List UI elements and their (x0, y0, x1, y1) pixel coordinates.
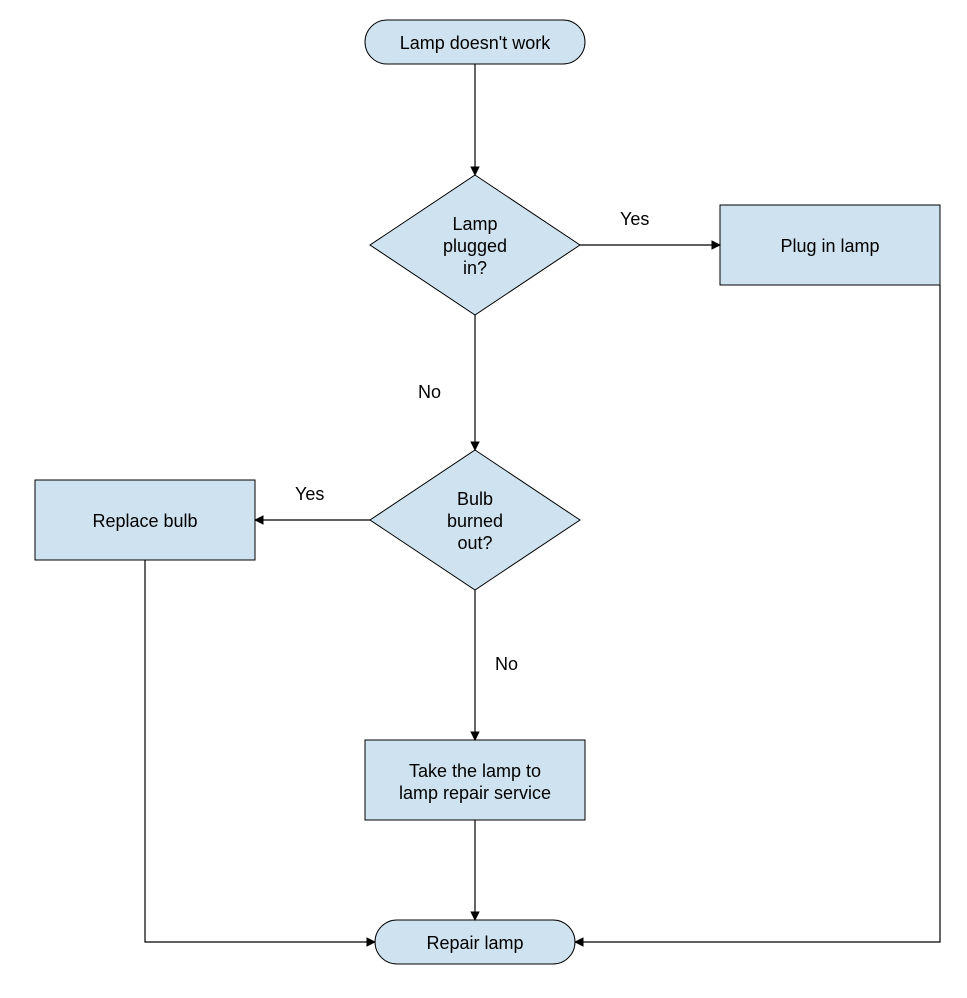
node-service-label-2: lamp repair service (399, 783, 551, 803)
node-bulb-label-2: burned (447, 511, 503, 531)
node-service: Take the lamp to lamp repair service (365, 740, 585, 820)
node-plugged-label-3: in? (463, 258, 487, 278)
edge-plugin-end (575, 285, 940, 942)
flowchart: Lamp doesn't work Lamp plugged in? Plug … (0, 0, 967, 998)
edge-bulb-replace-label: Yes (295, 484, 324, 504)
node-plugin-label: Plug in lamp (780, 236, 879, 256)
node-plugged: Lamp plugged in? (370, 175, 580, 315)
node-bulb-label-3: out? (457, 533, 492, 553)
node-start-label: Lamp doesn't work (400, 33, 552, 53)
node-replace-label: Replace bulb (92, 511, 197, 531)
edge-plugged-bulb-label: No (418, 382, 441, 402)
node-bulb-label-1: Bulb (457, 489, 493, 509)
edge-replace-end (145, 560, 375, 942)
node-plugged-label-1: Lamp (452, 214, 497, 234)
node-end: Repair lamp (375, 920, 575, 964)
node-plugged-label-2: plugged (443, 236, 507, 256)
edge-bulb-service-label: No (495, 654, 518, 674)
node-start: Lamp doesn't work (365, 20, 585, 64)
node-end-label: Repair lamp (426, 933, 523, 953)
edge-plugged-plugin-label: Yes (620, 209, 649, 229)
node-service-label-1: Take the lamp to (409, 761, 541, 781)
node-bulb: Bulb burned out? (370, 450, 580, 590)
node-plugin: Plug in lamp (720, 205, 940, 285)
node-replace: Replace bulb (35, 480, 255, 560)
